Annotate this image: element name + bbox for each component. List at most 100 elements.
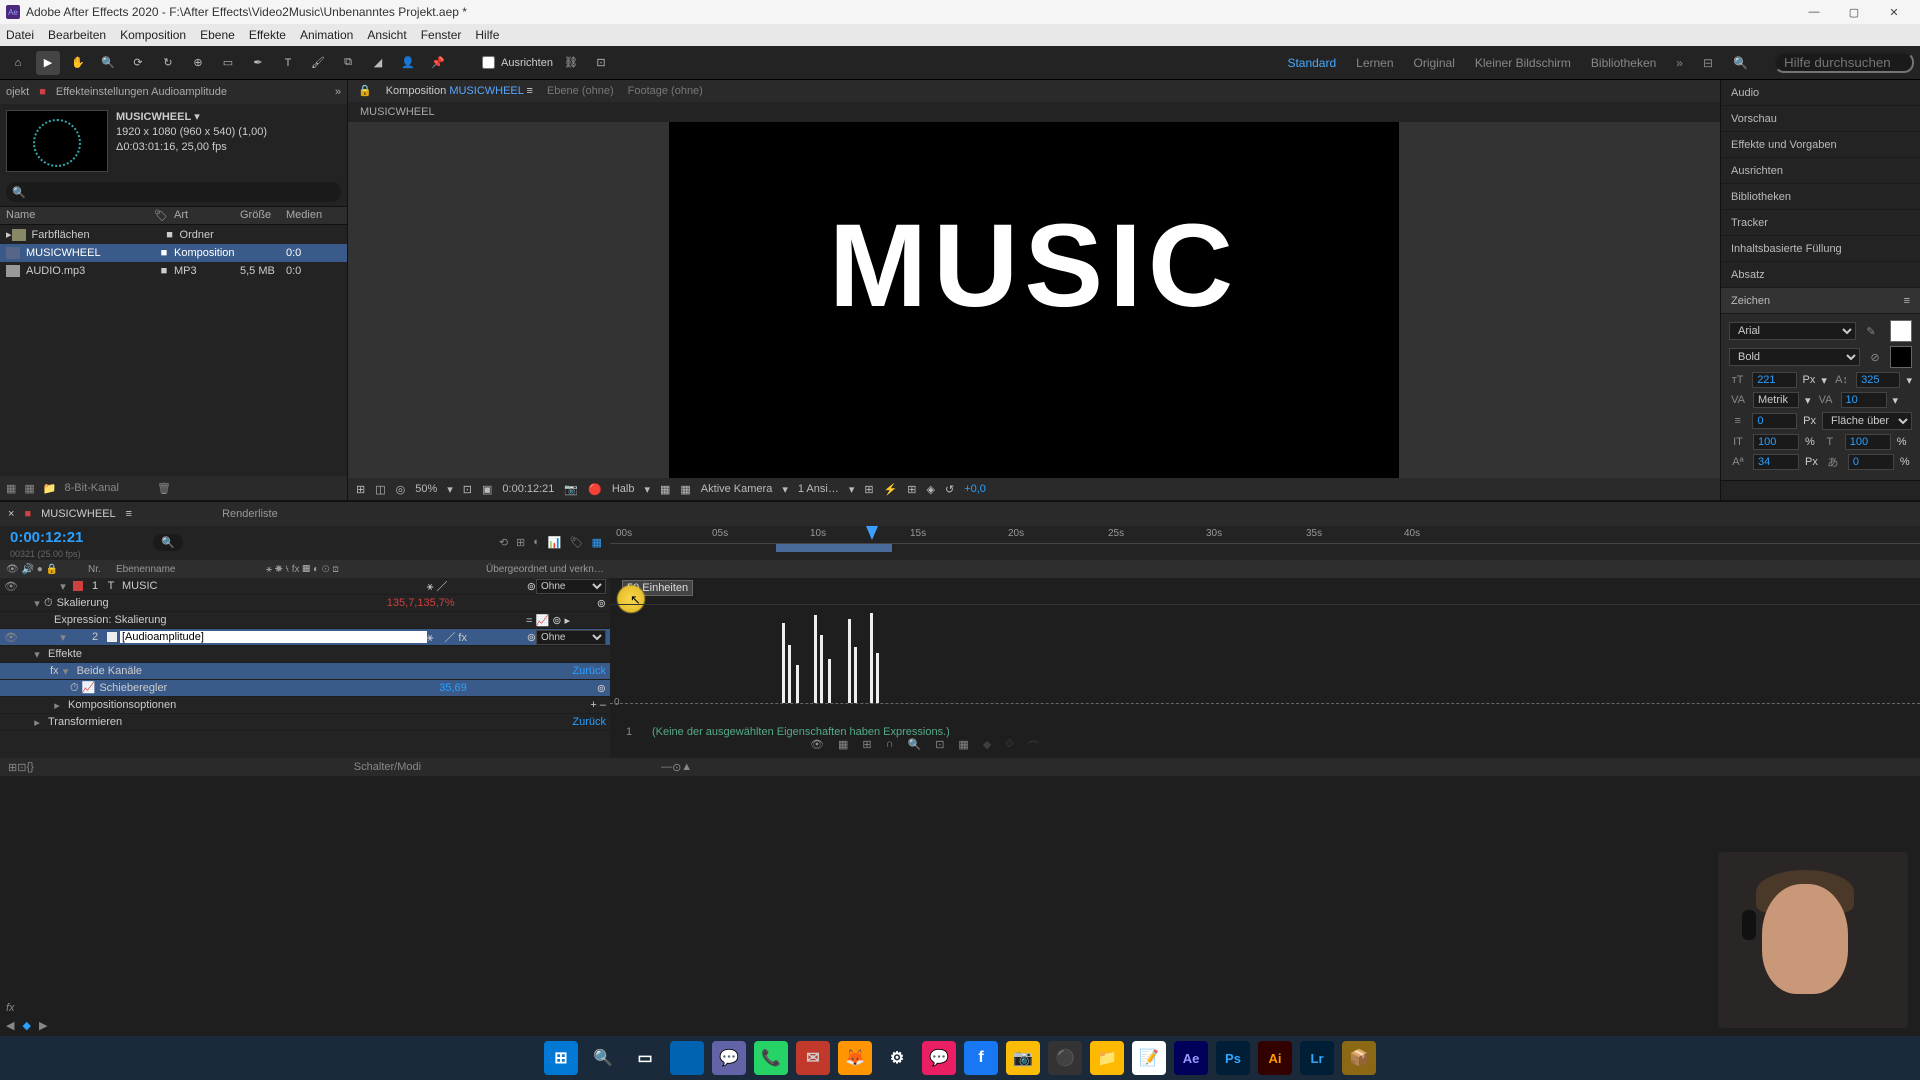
viewer-lock-icon[interactable]: 🔒 [358,84,372,97]
taskbar-app-1[interactable] [670,1041,704,1075]
clone-tool-icon[interactable]: ⧉ [336,51,360,75]
pen-tool-icon[interactable]: ✒ [246,51,270,75]
viewer-tab-composition[interactable]: Komposition MUSICWHEEL ≡ [386,85,533,97]
flowchart-icon[interactable]: ◈ [927,483,935,496]
project-search-input[interactable]: 🔍 [6,182,341,202]
views-dropdown[interactable]: 1 Ansi… [798,483,839,495]
exposure-value[interactable]: +0,0 [964,483,986,495]
3d-icon[interactable]: ▦ [680,483,690,496]
timeline-tab-comp[interactable]: MUSICWHEEL [41,508,116,520]
taskbar-lr-icon[interactable]: Lr [1300,1041,1334,1075]
taskbar-ps-icon[interactable]: Ps [1216,1041,1250,1075]
rotate-tool-icon[interactable]: ↻ [156,51,180,75]
current-time[interactable]: 0:00:12:21 [502,483,554,495]
tl-shy-icon[interactable]: ⟲ [499,536,508,549]
shape-tool-icon[interactable]: ▭ [216,51,240,75]
menu-ebene[interactable]: Ebene [200,28,235,42]
toggle-switches-icon[interactable]: ⊞ [8,761,17,774]
menu-bearbeiten[interactable]: Bearbeiten [48,28,106,42]
timeline-tab-render[interactable]: Renderliste [222,508,278,520]
menu-fenster[interactable]: Fenster [421,28,462,42]
eye-icon[interactable]: 👁 [810,738,824,754]
transparency-icon[interactable]: ▦ [660,483,670,496]
align-checkbox[interactable] [482,56,495,69]
toggle-alpha-icon[interactable]: ◎ [396,483,406,496]
interpret-icon[interactable]: ▦ [6,482,16,495]
eraser-tool-icon[interactable]: ◢ [366,51,390,75]
zoom-dropdown[interactable]: 50% [415,483,437,495]
tl-frame-blend-icon[interactable]: ⊞ [516,536,525,549]
channel-icon[interactable]: 🔴 [588,483,602,496]
close-button[interactable]: ✕ [1874,0,1914,24]
taskbar-ai-icon[interactable]: Ai [1258,1041,1292,1075]
taskbar-app-2[interactable]: ⚙ [880,1041,914,1075]
property-slider[interactable]: ⏱ 📈 Schieberegler 35,69 ⊚ [0,680,610,697]
snap-graph-icon[interactable]: ⊞ [862,738,871,754]
layer-1[interactable]: 👁 ▾ 1 T MUSIC ⚹ ／ ⊚ Ohne [0,578,610,595]
switches-modes-toggle[interactable]: Schalter/Modi [354,761,421,773]
menu-animation[interactable]: Animation [300,28,353,42]
minimize-button[interactable]: — [1794,0,1834,24]
font-size-input[interactable]: 221 [1752,372,1796,388]
auto-zoom-icon[interactable]: ∩ [886,738,894,754]
menu-hilfe[interactable]: Hilfe [475,28,499,42]
snapshot-icon[interactable]: 📷 [564,483,578,496]
graph-editor[interactable]: 50 Einheiten ↖ 0 1 (Keine der aus [610,578,1920,758]
stroke-mode-dropdown[interactable]: Fläche über Kon… [1822,412,1912,430]
tl-graph-icon[interactable]: 📊 [548,536,562,549]
preview-canvas[interactable]: MUSIC [669,122,1399,478]
puppet-tool-icon[interactable]: 📌 [426,51,450,75]
taskbar-ae-icon[interactable]: Ae [1174,1041,1208,1075]
font-weight-dropdown[interactable]: Bold [1729,348,1860,366]
work-area-bar[interactable] [776,544,892,552]
parent-dropdown-1[interactable]: Ohne [536,579,606,594]
panel-libraries[interactable]: Bibliotheken [1721,184,1920,210]
pixel-aspect-icon[interactable]: ⊞ [864,483,873,496]
panel-tracker[interactable]: Tracker [1721,210,1920,236]
taskbar-search-icon[interactable]: 🔍 [586,1041,620,1075]
time-ruler[interactable]: 00s 05s 10s 15s 20s 25s 30s 35s 40s [610,526,1920,544]
anchor-tool-icon[interactable]: ⊕ [186,51,210,75]
stroke-width-input[interactable]: 0 [1752,413,1797,429]
project-item-comp[interactable]: MUSICWHEEL ■ Komposition 0:0 [0,244,347,262]
timeline-icon[interactable]: ⊞ [907,483,916,496]
taskbar-app-3[interactable]: 📦 [1342,1041,1376,1075]
hscale-input[interactable]: 100 [1845,434,1891,450]
project-item-folder[interactable]: ▸ Farbflächen ■ Ordner [0,225,347,244]
tab-effect-controls[interactable]: Effekteinstellungen Audioamplitude [56,86,227,98]
leading-input[interactable]: 325 [1856,372,1900,388]
grid-icon[interactable]: ⊞ [356,483,365,496]
panel-preview[interactable]: Vorschau [1721,106,1920,132]
taskbar-notepad-icon[interactable]: 📝 [1132,1041,1166,1075]
menu-ansicht[interactable]: Ansicht [367,28,406,42]
toggle-modes-icon[interactable]: ⊡ [17,761,26,774]
taskbar-facebook-icon[interactable]: f [964,1041,998,1075]
graph-type-icon[interactable]: ▦ [838,738,848,754]
resolution-icon[interactable]: ⊡ [463,483,472,496]
tracking-input[interactable]: 10 [1841,392,1887,408]
snap-options-icon[interactable]: ⊡ [589,51,613,75]
viewer-tab-layer[interactable]: Ebene (ohne) [547,85,614,97]
zoom-out-icon[interactable]: — [661,761,672,773]
no-fill-icon[interactable]: ⊘ [1866,351,1884,364]
region-icon[interactable]: ▣ [482,483,492,496]
zoom-slider[interactable]: ⊙ [672,761,681,774]
camera-dropdown[interactable]: Aktive Kamera [701,483,773,495]
mask-icon[interactable]: ◫ [375,483,385,496]
comp-breadcrumb[interactable]: MUSICWHEEL [348,102,1720,122]
fast-preview-icon[interactable]: ⚡ [884,483,898,496]
reset-exposure-icon[interactable]: ↺ [945,483,954,496]
zoom-in-icon[interactable]: ▲ [681,761,692,773]
current-timecode[interactable]: 0:00:12:21 [0,526,93,549]
layer-2[interactable]: 👁 ▾ 2 [Audioamplitude] ⚹ ／ fx ⊚ Ohne [0,629,610,646]
zoom-tool-icon[interactable]: 🔍 [96,51,120,75]
vscale-input[interactable]: 100 [1753,434,1799,450]
panel-content-fill[interactable]: Inhaltsbasierte Füllung [1721,236,1920,262]
timeline-close-icon[interactable]: × [8,508,14,520]
tl-brainstorm-icon[interactable]: ▦ [592,536,602,549]
home-icon[interactable]: ⌂ [6,51,30,75]
workspace-bibliotheken[interactable]: Bibliotheken [1591,56,1656,70]
tab-project[interactable]: ojekt [6,86,29,98]
brainstorm-foot-icon[interactable]: {} [26,761,33,773]
panel-overflow-icon[interactable]: » [335,86,341,98]
